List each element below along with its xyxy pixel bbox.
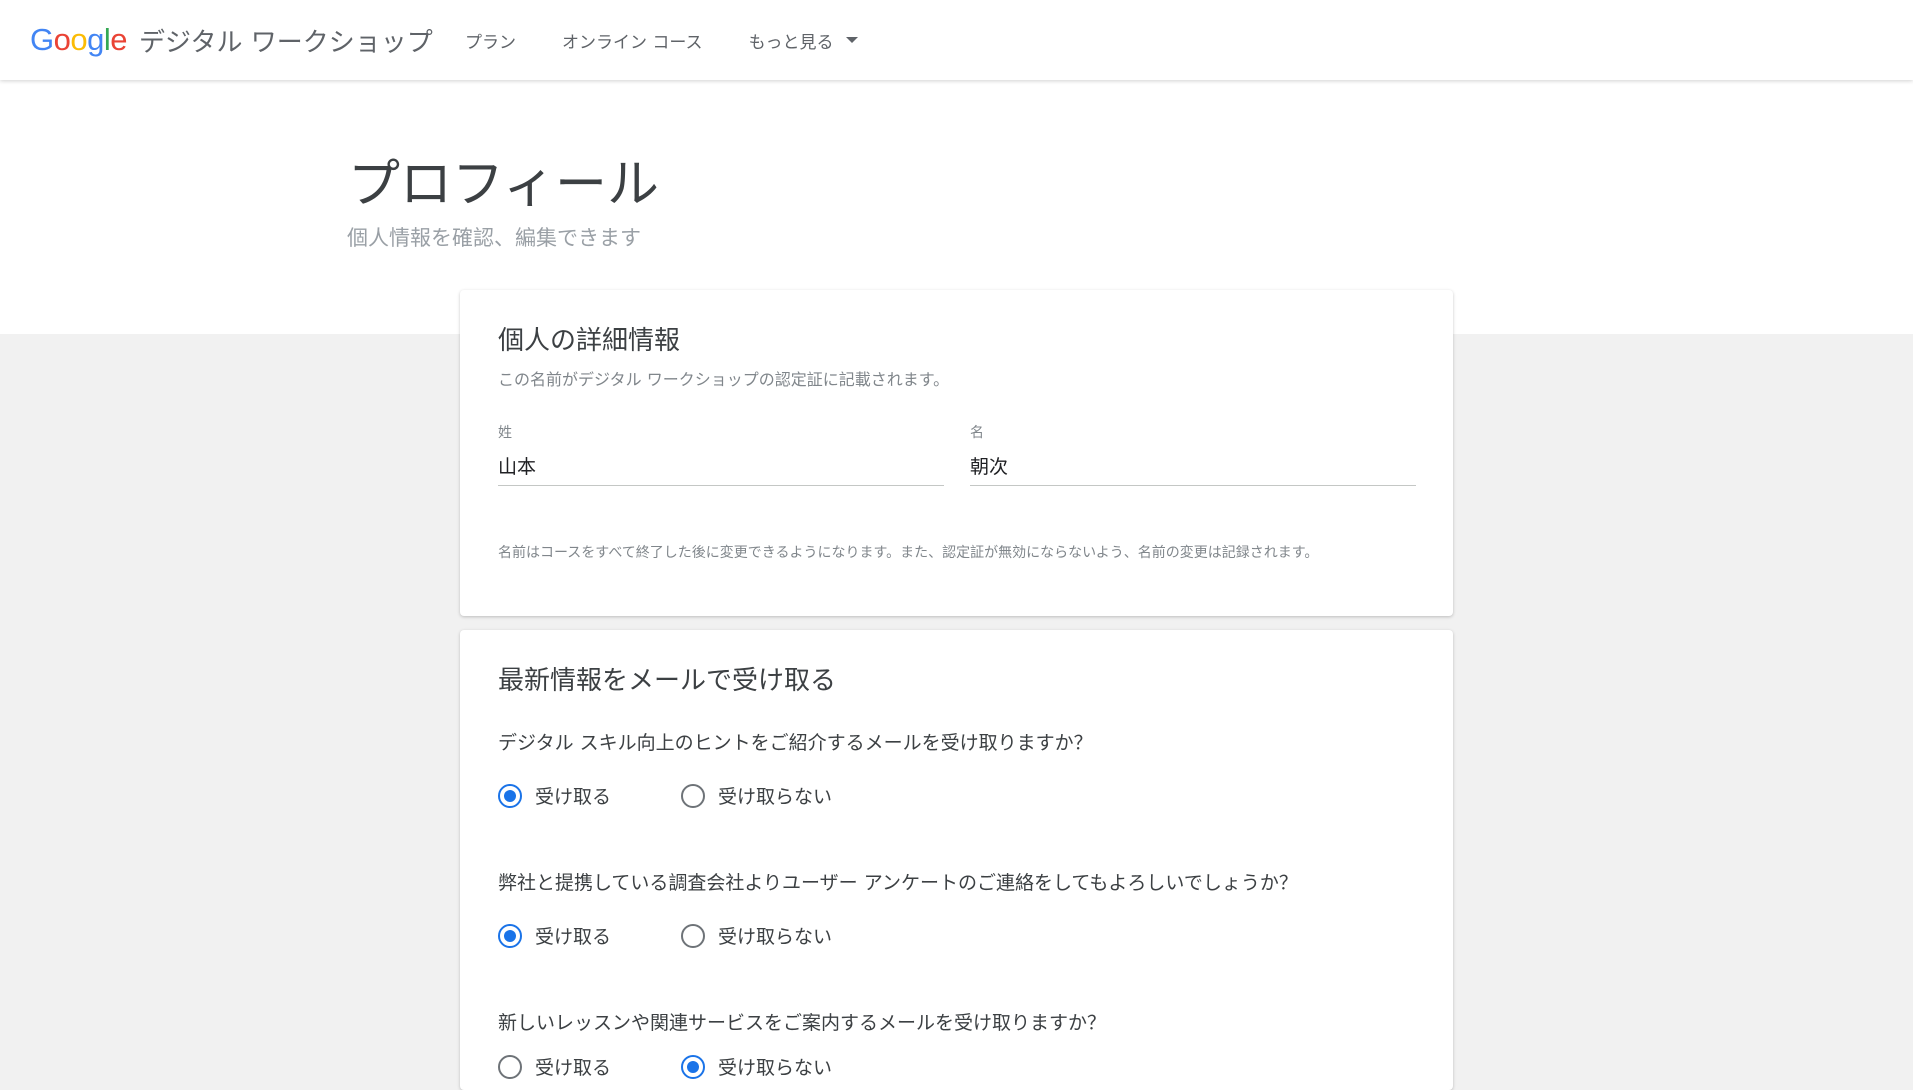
nav-item-online-courses[interactable]: オンライン コース (562, 28, 703, 53)
google-logo: Google (30, 22, 128, 58)
radio-selected-dot (687, 1060, 700, 1073)
radio-option-decline[interactable]: 受け取らない (681, 782, 832, 809)
radio-button-icon (498, 923, 522, 948)
radio-group-survey-contact: 受け取る 受け取らない (498, 922, 902, 949)
nav-item-label: もっと見る (748, 32, 834, 53)
question-new-lessons-email: 新しいレッスンや関連サービスをご案内するメールを受け取りますか？ (498, 1012, 1107, 1034)
logo-letter: o (53, 22, 71, 57)
radio-button-icon (681, 783, 706, 808)
radio-button-icon (498, 783, 522, 808)
radio-button-icon (681, 923, 706, 948)
radio-button-icon (498, 1054, 522, 1079)
card-title: 最新情報をメールで受け取る (498, 666, 837, 696)
radio-option-receive[interactable]: 受け取る (498, 922, 611, 949)
first-name-field: 名 (970, 422, 1416, 486)
google-digital-workshop-logo[interactable]: Google デジタル ワークショップ (30, 22, 433, 58)
last-name-input[interactable] (498, 446, 944, 486)
radio-label: 受け取る (535, 926, 612, 948)
first-name-input[interactable] (970, 446, 1416, 486)
nav-item-more[interactable]: もっと見る (749, 28, 858, 53)
email-updates-card: 最新情報をメールで受け取る デジタル スキル向上のヒントをご紹介するメールを受け… (460, 630, 1453, 1090)
logo-letter: g (87, 22, 104, 57)
radio-selected-dot (504, 929, 516, 942)
main-nav: プラン オンライン コース もっと見る (465, 26, 904, 54)
question-tips-email: デジタル スキル向上のヒントをご紹介するメールを受け取りますか？ (498, 732, 1093, 754)
personal-details-card: 個人の詳細情報 この名前がデジタル ワークショップの認定証に記載されます。 姓 … (460, 290, 1453, 616)
radio-group-tips-email: 受け取る 受け取らない (498, 782, 902, 809)
logo-letter: G (30, 22, 54, 57)
product-name: デジタル ワークショップ (139, 27, 433, 58)
nav-item-label: オンライン コース (562, 32, 703, 53)
page-subtitle: 個人情報を確認、編集できます (347, 226, 641, 250)
first-name-label: 名 (970, 425, 984, 441)
page-title: プロフィール (348, 155, 659, 215)
question-survey-contact: 弊社と提携している調査会社よりユーザー アンケートのご連絡をしてもよろしいでしょ… (498, 872, 1298, 894)
last-name-field: 姓 (498, 422, 944, 486)
radio-option-receive[interactable]: 受け取る (498, 782, 611, 809)
name-change-note: 名前はコースをすべて終了した後に変更できるようになります。また、認定証が無効にな… (498, 545, 1319, 561)
logo-letter: e (110, 22, 128, 57)
logo-letter: o (70, 22, 88, 57)
nav-item-plan[interactable]: プラン (465, 28, 516, 53)
radio-label: 受け取らない (718, 786, 833, 808)
last-name-label: 姓 (498, 425, 512, 441)
radio-option-decline[interactable]: 受け取らない (681, 922, 832, 949)
card-title: 個人の詳細情報 (498, 326, 681, 356)
radio-selected-dot (504, 789, 516, 802)
chevron-down-icon (845, 37, 858, 43)
top-app-bar: Google デジタル ワークショップ プラン オンライン コース もっと見る (0, 0, 1913, 80)
radio-label: 受け取らない (718, 926, 833, 948)
card-description: この名前がデジタル ワークショップの認定証に記載されます。 (498, 370, 950, 389)
nav-item-label: プラン (465, 32, 516, 53)
radio-label: 受け取る (535, 786, 612, 808)
radio-button-icon (681, 1054, 706, 1079)
